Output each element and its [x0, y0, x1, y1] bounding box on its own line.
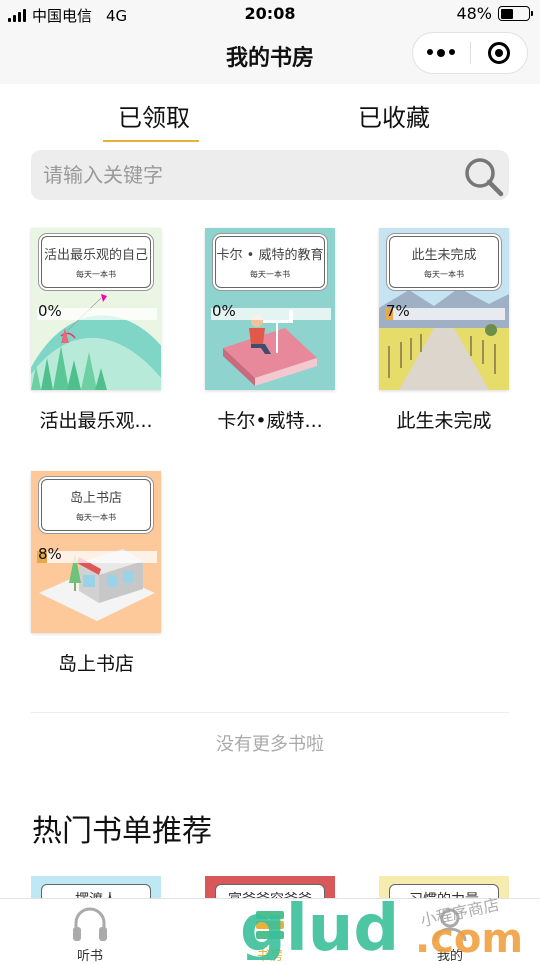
cover-title-plate: 卡尔 • 威特的教育 每天一本书	[215, 236, 325, 288]
tabbar-label: 我的	[436, 949, 463, 964]
book-title: 岛上书店	[57, 653, 134, 675]
battery-icon	[498, 6, 533, 21]
more-dot-icon	[437, 49, 446, 57]
nav-bar: 我的书房	[0, 28, 540, 84]
more-dot-icon	[427, 49, 434, 55]
cover-subtitle: 每天一本书	[424, 270, 464, 279]
profile-icon	[433, 908, 467, 942]
cover-title-plate: 此生未完成 每天一本书	[389, 236, 499, 288]
book-cover: 活出最乐观的自己 每天一本书 0%	[31, 228, 161, 390]
target-icon	[487, 42, 510, 64]
tabbar-label: 书房	[256, 949, 283, 964]
tab-favorites[interactable]: 已收藏	[358, 98, 430, 133]
miniprogram-capsule	[412, 32, 528, 74]
cover-title-plate: 岛上书店 每天一本书	[41, 479, 151, 531]
cover-subtitle: 每天一本书	[250, 270, 290, 279]
bottom-tab-bar: 听书 书房 我的	[0, 898, 540, 964]
search-icon[interactable]	[461, 154, 505, 198]
book-cover: 此生未完成 每天一本书 7%	[379, 228, 509, 390]
more-menu-button[interactable]	[413, 49, 470, 57]
search-input[interactable]	[43, 162, 443, 188]
book-card[interactable]: 此生未完成 每天一本书 7% 此生未完成	[379, 228, 509, 433]
progress-percent: 0%	[212, 302, 236, 320]
cover-title: 活出最乐观的自己	[43, 248, 148, 263]
more-dot-icon	[449, 49, 456, 55]
close-miniprogram-button[interactable]	[470, 42, 527, 64]
book-cover: 卡尔 • 威特的教育 每天一本书 0%	[205, 228, 335, 390]
section-title-hot-lists: 热门书单推荐	[32, 814, 212, 849]
list-divider	[31, 712, 509, 713]
cover-title-plate: 活出最乐观的自己 每天一本书	[41, 236, 151, 288]
book-card[interactable]: 岛上书店 每天一本书 8% 岛上书店	[31, 471, 161, 676]
cover-title: 卡尔 • 威特的教育	[216, 248, 324, 263]
bookshelf-icon	[256, 911, 284, 939]
headphones-icon	[73, 907, 107, 941]
cover-title: 岛上书店	[69, 491, 122, 506]
progress-percent: 8%	[38, 545, 62, 563]
book-title: 此生未完成	[396, 410, 492, 432]
progress-percent: 0%	[38, 302, 62, 320]
end-of-list-text: 没有更多书啦	[216, 734, 324, 755]
battery-percent: 48%	[456, 4, 492, 23]
book-card[interactable]: 活出最乐观的自己 每天一本书 0% 活出最乐观...	[31, 228, 161, 433]
library-tabs: 已领取 已收藏	[0, 84, 540, 144]
progress-percent: 7%	[386, 302, 410, 320]
cover-subtitle: 每天一本书	[76, 513, 116, 522]
cover-subtitle: 每天一本书	[76, 270, 116, 279]
cover-title: 此生未完成	[411, 248, 477, 263]
book-title: 活出最乐观...	[39, 410, 153, 432]
status-right: 48%	[456, 4, 533, 23]
book-title: 卡尔•威特...	[217, 410, 323, 432]
tabbar-label: 听书	[76, 949, 103, 964]
tabbar-item-profile[interactable]: 我的	[400, 899, 500, 964]
status-bar: 中国电信 4G 20:08 48%	[0, 0, 540, 28]
book-card[interactable]: 卡尔 • 威特的教育 每天一本书 0% 卡尔•威特...	[205, 228, 335, 433]
tabbar-item-listen[interactable]: 听书	[40, 899, 140, 964]
book-cover: 岛上书店 每天一本书 8%	[31, 471, 161, 633]
search-bar	[31, 150, 509, 200]
tabbar-item-study[interactable]: 书房	[220, 899, 320, 964]
tab-received[interactable]: 已领取	[118, 98, 190, 133]
active-tab-indicator	[103, 140, 199, 142]
